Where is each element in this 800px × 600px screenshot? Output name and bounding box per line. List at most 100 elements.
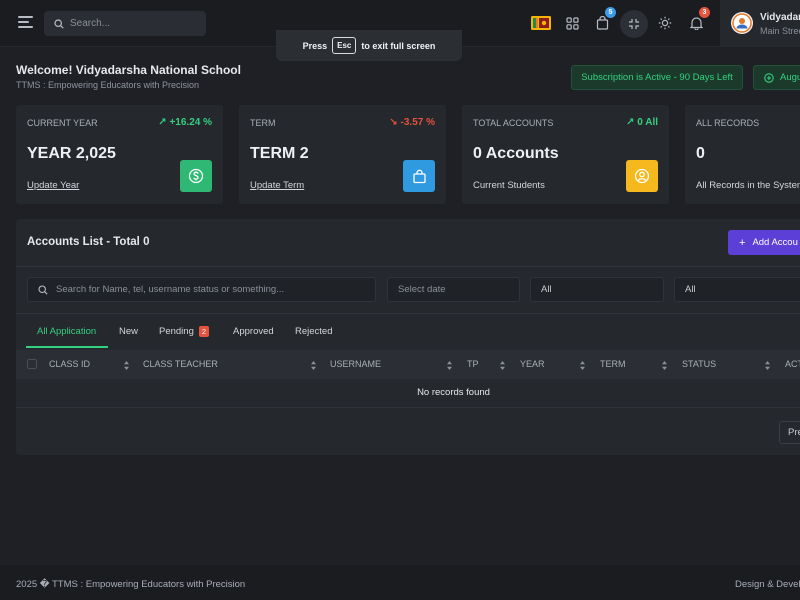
exit-fullscreen-icon (629, 19, 639, 29)
update-year-link[interactable]: Update Year (27, 180, 79, 191)
search-icon (54, 18, 64, 29)
toast-press: Press (302, 40, 328, 51)
card-value: 0 Accounts (473, 145, 559, 162)
card-caption: All Records in the System (696, 180, 800, 191)
month-button[interactable]: Augu (753, 65, 800, 90)
global-search-input[interactable] (70, 18, 190, 29)
flag-icon (531, 16, 551, 30)
card-delta: ↘ -3.57 % (389, 117, 435, 128)
avatar (731, 12, 753, 34)
col-action: ACT (785, 359, 800, 369)
page-tagline: TTMS : Empowering Educators with Precisi… (16, 80, 200, 90)
col-class-id[interactable]: CLASS ID (49, 359, 90, 369)
sun-icon (658, 16, 672, 30)
subscription-status-button[interactable]: Subscription is Active - 90 Days Left (571, 65, 743, 90)
card-icon-box (403, 160, 435, 192)
divider (16, 407, 800, 408)
plus-icon: + (739, 236, 746, 249)
card-title: TERM (250, 118, 276, 128)
user-menu[interactable]: Vidyadars Main Stree (720, 0, 800, 47)
filter-select-2[interactable]: All (674, 277, 800, 302)
global-search[interactable] (44, 11, 206, 36)
accounts-search-input[interactable] (56, 284, 375, 295)
page-title: Welcome! Vidyadarsha National School (16, 63, 241, 77)
toast-rest: to exit full screen (361, 40, 436, 51)
card-icon-box (180, 160, 212, 192)
footer-credit: Design & Develo (735, 579, 800, 590)
accounts-panel: Accounts List - Total 0 + Add Accou All … (16, 219, 800, 455)
card-delta: ↗ +16.24 % (158, 117, 212, 128)
user-icon (634, 168, 650, 184)
filter-select-1[interactable]: All (530, 277, 664, 302)
tab-label: Approved (233, 326, 274, 337)
add-account-label: Add Accou (752, 237, 798, 248)
accounts-title: Accounts List - Total 0 (27, 236, 150, 248)
sort-icon[interactable] (124, 361, 129, 370)
sort-icon[interactable] (662, 361, 667, 370)
col-year[interactable]: YEAR (520, 359, 545, 369)
sort-icon[interactable] (311, 361, 316, 370)
card-value: YEAR 2,025 (27, 145, 116, 162)
footer-copyright: 2025 � TTMS : Empowering Educators with … (16, 579, 246, 590)
user-name: Vidyadars (760, 12, 800, 23)
card-title: ALL RECORDS (696, 118, 760, 128)
col-tp[interactable]: TP (467, 359, 479, 369)
flag-button[interactable] (530, 12, 552, 34)
tab-approved[interactable]: Approved (233, 319, 274, 348)
card-caption: Current Students (473, 180, 545, 191)
tab-pending[interactable]: Pending 2 (159, 319, 210, 348)
card-icon-box (626, 160, 658, 192)
theme-toggle[interactable] (654, 12, 676, 34)
col-class-teacher[interactable]: CLASS TEACHER (143, 359, 218, 369)
divider (16, 313, 800, 314)
divider (16, 266, 800, 267)
card-all-records: ALL RECORDS 0 All Records in the System (685, 105, 800, 204)
sort-icon[interactable] (447, 361, 452, 370)
avatar-user-icon (732, 13, 752, 33)
cart-button[interactable]: 5 (591, 7, 616, 34)
sort-icon[interactable] (580, 361, 585, 370)
add-account-button[interactable]: + Add Accou (728, 230, 800, 255)
fullscreen-button[interactable] (620, 10, 648, 38)
tab-all-application[interactable]: All Application (26, 319, 108, 348)
sort-icon[interactable] (765, 361, 770, 370)
tab-label: New (119, 326, 139, 337)
card-value: TERM 2 (250, 145, 309, 162)
card-title: CURRENT YEAR (27, 118, 98, 128)
user-address: Main Stree (760, 26, 800, 36)
menu-icon[interactable] (18, 16, 33, 28)
card-current-year: CURRENT YEAR ↗ +16.24 % YEAR 2,025 Updat… (16, 105, 223, 204)
col-username[interactable]: USERNAME (330, 359, 381, 369)
tab-rejected[interactable]: Rejected (295, 319, 333, 348)
card-value: 0 (696, 145, 705, 162)
pagination-prev-button[interactable]: Pre (779, 421, 800, 444)
notifications-button[interactable]: 3 (685, 7, 710, 34)
bell-icon (689, 17, 703, 30)
update-term-link[interactable]: Update Term (250, 180, 304, 191)
notifications-badge: 3 (699, 7, 710, 18)
date-picker[interactable] (387, 277, 520, 302)
col-term[interactable]: TERM (600, 359, 626, 369)
tab-label: Pending (159, 326, 194, 337)
accounts-search[interactable] (27, 277, 376, 302)
plus-circle-icon (764, 72, 774, 83)
apps-grid-icon (565, 16, 579, 30)
card-title: TOTAL ACCOUNTS (473, 118, 554, 128)
tab-new[interactable]: New (119, 319, 138, 348)
apps-button[interactable] (561, 12, 583, 34)
footer: 2025 � TTMS : Empowering Educators with … (0, 565, 800, 600)
sort-icon[interactable] (500, 361, 505, 370)
tab-label: Rejected (295, 326, 333, 337)
col-status[interactable]: STATUS (682, 359, 716, 369)
shopping-bag-icon (596, 16, 608, 30)
toast-esc-key: Esc (332, 37, 357, 54)
pending-badge: 2 (198, 326, 210, 337)
fullscreen-toast: Press Esc to exit full screen (276, 30, 462, 61)
month-button-label: Augu (780, 72, 800, 83)
card-term: TERM ↘ -3.57 % TERM 2 Update Term (239, 105, 446, 204)
bag-icon (412, 169, 426, 183)
select-all-checkbox[interactable] (27, 359, 37, 369)
tab-label: All Application (37, 326, 97, 337)
card-delta: ↗ 0 All (626, 117, 658, 128)
date-input[interactable] (398, 284, 519, 295)
